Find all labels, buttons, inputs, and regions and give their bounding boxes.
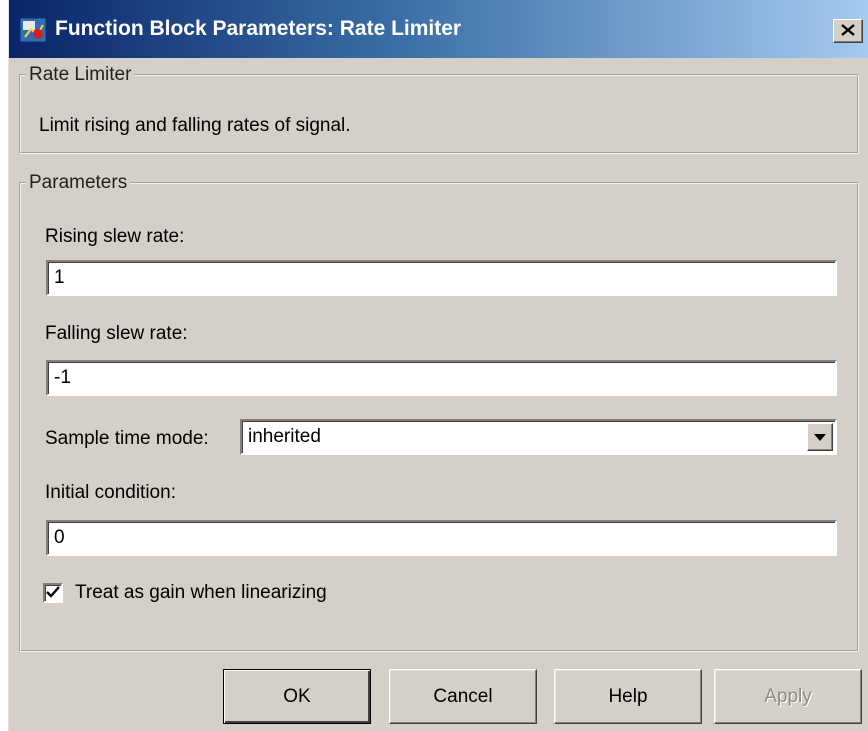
close-icon (841, 20, 855, 42)
dropdown-arrow-button[interactable] (807, 423, 833, 451)
close-button[interactable] (833, 19, 863, 43)
ok-button[interactable]: OK (223, 669, 371, 724)
sample-time-mode-label: Sample time mode: (45, 428, 209, 449)
chevron-down-icon (814, 426, 826, 448)
treat-as-gain-label[interactable]: Treat as gain when linearizing (75, 582, 327, 604)
simulink-block-icon (19, 17, 47, 43)
help-button[interactable]: Help (554, 669, 702, 724)
parameters-legend: Parameters (29, 172, 128, 193)
sample-time-mode-select[interactable]: inherited (240, 419, 837, 455)
checkmark-icon (46, 582, 60, 604)
dialog-window: Function Block Parameters: Rate Limiter … (8, 0, 868, 731)
cancel-button[interactable]: Cancel (389, 669, 537, 724)
block-description-group: Rate Limiter (19, 64, 859, 154)
apply-button[interactable]: Apply (714, 669, 862, 724)
initial-condition-label: Initial condition: (45, 482, 176, 503)
falling-slew-rate-input[interactable] (46, 360, 837, 396)
rising-slew-rate-label: Rising slew rate: (45, 226, 185, 247)
block-description-text: Limit rising and falling rates of signal… (39, 115, 351, 136)
window-title: Function Block Parameters: Rate Limiter (55, 17, 462, 40)
rising-slew-rate-input[interactable] (46, 260, 837, 296)
initial-condition-input[interactable] (46, 520, 837, 556)
sample-time-mode-value: inherited (248, 426, 321, 447)
falling-slew-rate-label: Falling slew rate: (45, 323, 188, 344)
block-description-legend: Rate Limiter (29, 64, 132, 85)
treat-as-gain-checkbox[interactable] (43, 583, 63, 603)
title-bar[interactable]: Function Block Parameters: Rate Limiter (9, 0, 868, 58)
